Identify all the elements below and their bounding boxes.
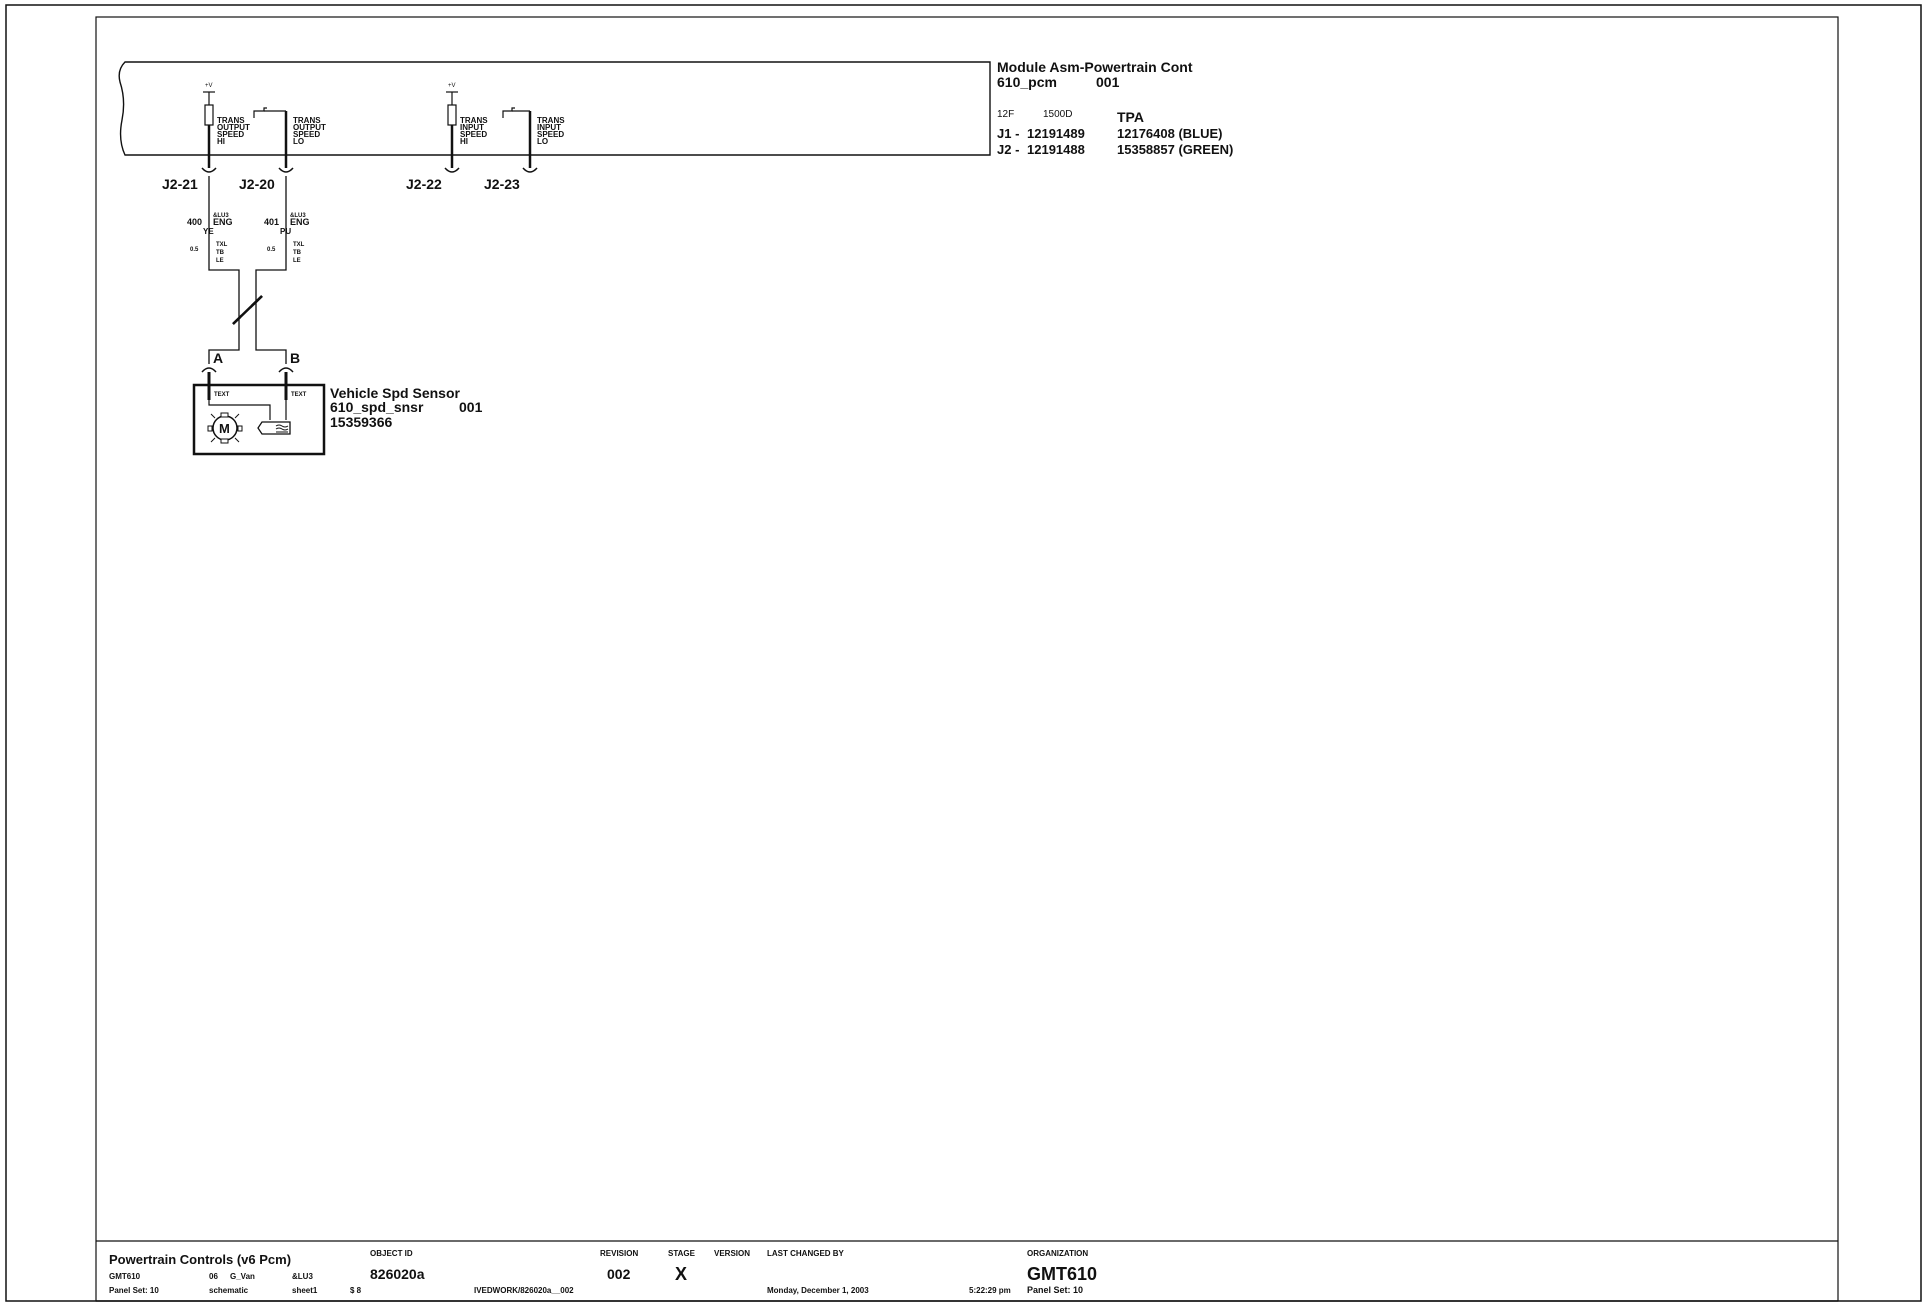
tb-object-id: 826020a [370,1266,425,1282]
svg-text:TB: TB [293,250,302,256]
pin-connector-icon [201,367,217,373]
tb-stage: X [675,1264,687,1284]
tb-panel-set: Panel Set: 10 [109,1286,159,1295]
module-code: 001 [1096,74,1120,90]
tb-year: 06 [209,1272,218,1281]
pin-connector-icon [201,167,217,173]
tb-last-changed-label: LAST CHANGED BY [767,1249,845,1258]
circuit-output-hi: +V TRANS OUTPUT SPEED HI J2-21 [162,83,250,192]
sensor-code: 001 [459,399,483,415]
svg-text:+V: +V [448,83,456,89]
module-f1: 12F [997,109,1014,120]
sensor-box: TEXT TEXT M [192,372,326,456]
tb-object-id-label: OBJECT ID [370,1249,413,1258]
sensor-term-a: TEXT [214,392,230,398]
tb-org-label: ORGANIZATION [1027,1249,1088,1258]
tb-vehicle: GMT610 [109,1272,141,1281]
module-title: Module Asm-Powertrain Cont [997,59,1193,75]
circuit-input-lo: TRANS INPUT SPEED LO J2-23 [484,107,565,192]
module-j2-part: 12191488 [1027,142,1085,157]
svg-text:M: M [219,421,230,436]
module-j2-label: J2 - [997,142,1019,157]
sensor-id: 610_spd_snsr [330,399,424,415]
sensor-term-b: TEXT [291,392,307,398]
module-id: 610_pcm [997,74,1057,90]
wire-option2: ENG [213,217,233,227]
module-f2: 1500D [1043,109,1072,120]
svg-text:LO: LO [293,137,304,146]
tb-option: &LU3 [292,1272,313,1281]
tb-org: GMT610 [1027,1264,1097,1284]
pin-connector-icon [522,167,538,173]
svg-text:LE: LE [216,258,224,264]
wire-gauge: 0.5 [267,247,276,253]
svg-text:TXL: TXL [216,242,228,248]
tb-stage-label: STAGE [668,1249,696,1258]
sensor-pin-a: A [213,350,223,366]
tb-dollar: $ 8 [350,1286,362,1295]
circuit-output-lo: TRANS OUTPUT SPEED LO J2-20 [239,107,326,192]
pin-label: J2-20 [239,176,275,192]
module-j1-label: J1 - [997,126,1019,141]
ground-icon [502,107,515,118]
ground-icon [253,107,267,118]
svg-text:TXL: TXL [293,242,305,248]
resistor-icon [204,104,214,126]
schematic-canvas: Module Asm-Powertrain Cont 610_pcm 001 1… [5,4,1922,1302]
module-j1-desc: 12176408 (BLUE) [1117,126,1223,141]
pin-connector-icon [444,167,460,173]
outer-border [5,4,1922,1302]
pin-label: J2-23 [484,176,520,192]
svg-text:HI: HI [217,137,225,146]
tb-version-label: VERSION [714,1249,750,1258]
sensor-pin-b: B [290,350,300,366]
tb-sheet: sheet1 [292,1286,318,1295]
module-j1-part: 12191489 [1027,126,1085,141]
pin-label: J2-22 [406,176,442,192]
wire-color: YE [203,227,214,236]
module-box [118,61,991,156]
sensor-part: 15359366 [330,414,393,430]
supply-label: +V [205,83,213,89]
wire-number: 400 [187,217,202,227]
svg-text:HI: HI [460,137,468,146]
tb-revision: 002 [607,1266,631,1282]
tb-title: Powertrain Controls (v6 Pcm) [109,1252,291,1267]
tb-org-panel: Panel Set: 10 [1027,1285,1083,1295]
tb-body: G_Van [230,1272,255,1281]
wire-color: PU [280,227,291,236]
circuit-input-hi: +V TRANS INPUT SPEED HI J2-22 [406,83,488,192]
wire-gauge: 0.5 [190,247,199,253]
svg-text:LE: LE [293,258,301,264]
wire-option2: ENG [290,217,310,227]
tb-revision-label: REVISION [600,1249,638,1258]
resistor-icon [447,104,457,126]
pin-label: J2-21 [162,176,198,192]
svg-text:LO: LO [537,137,548,146]
inner-border [95,16,1839,1302]
pin-connector-icon [278,167,294,173]
pin-connector-icon [278,367,294,373]
wire-number: 401 [264,217,279,227]
tb-path: IVEDWORK/826020a__002 [474,1286,574,1295]
tb-type: schematic [209,1286,249,1295]
motor-icon: M [207,412,243,444]
tb-time: 5:22:29 pm [969,1286,1011,1295]
svg-text:TB: TB [216,250,225,256]
tb-date: Monday, December 1, 2003 [767,1286,869,1295]
module-j2-desc: 15358857 (GREEN) [1117,142,1233,157]
pickup-coil-icon [257,421,291,435]
module-tpa: TPA [1117,109,1144,125]
twisted-pair-wires [208,176,287,358]
